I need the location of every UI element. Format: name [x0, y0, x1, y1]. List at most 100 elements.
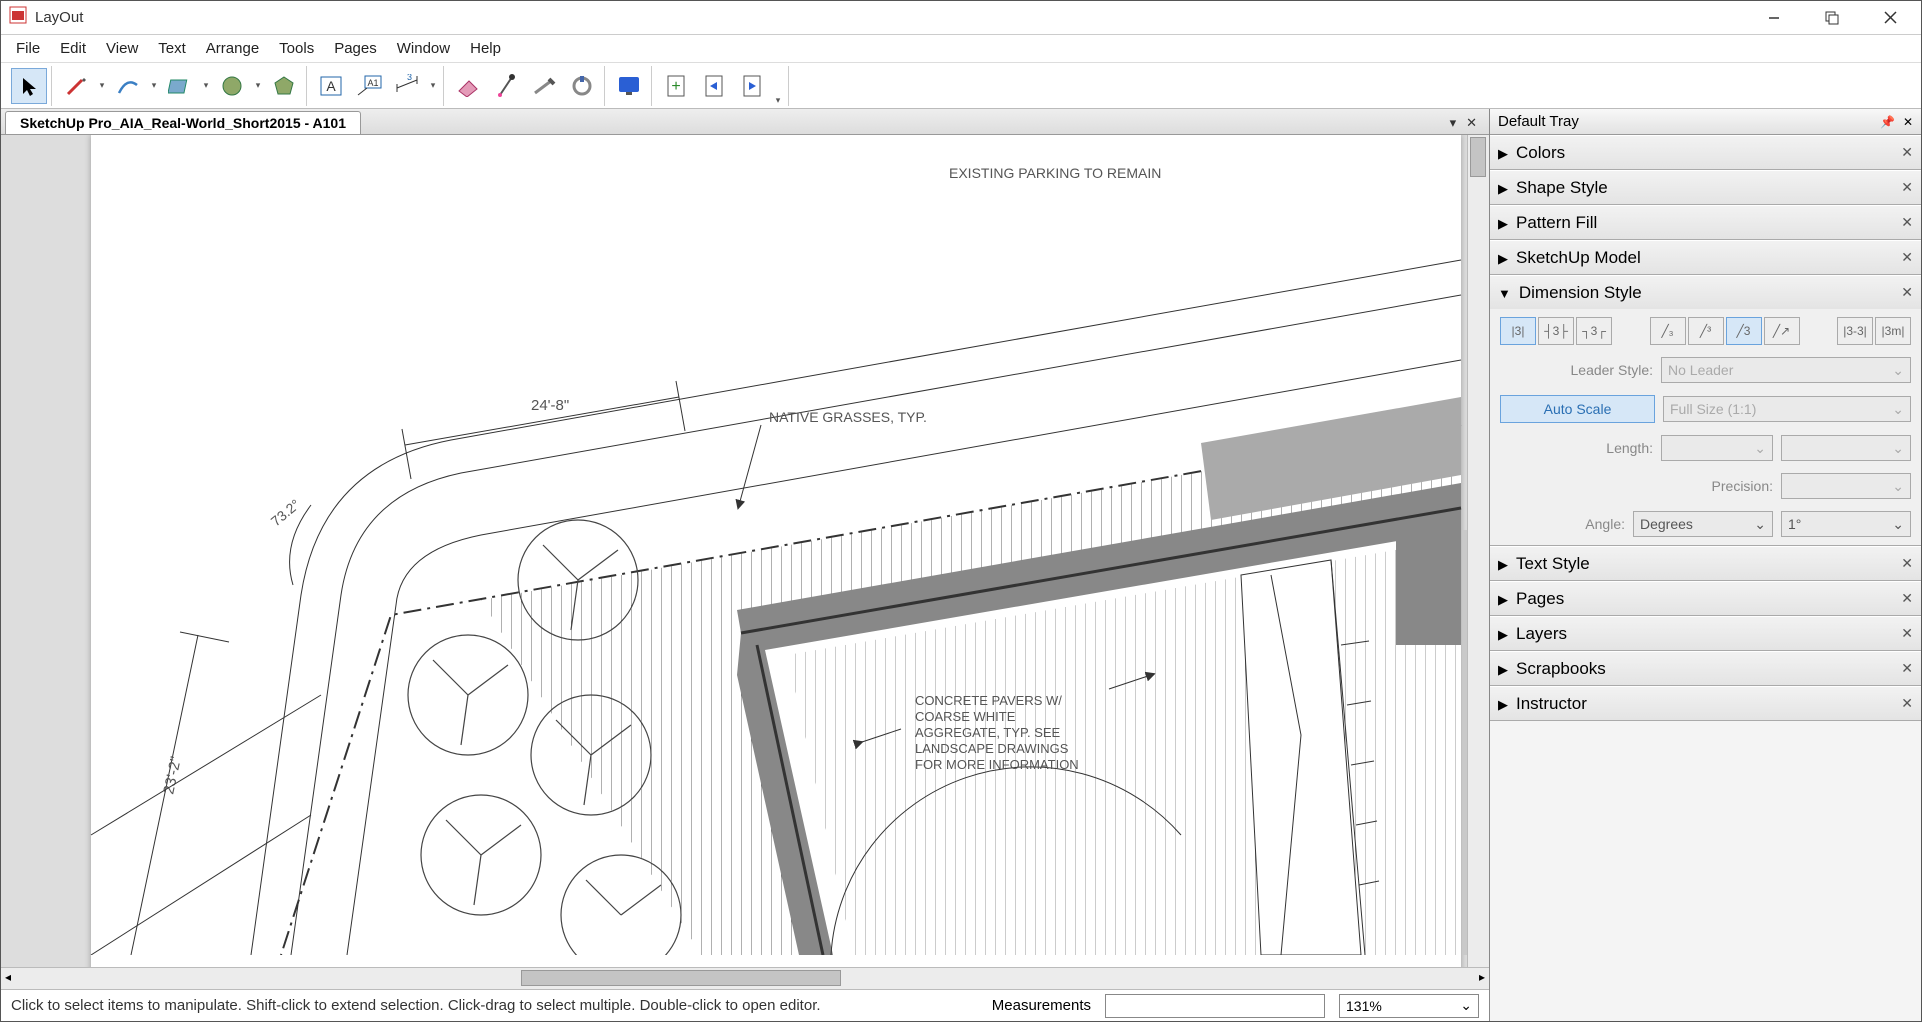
- menu-window[interactable]: Window: [388, 37, 459, 60]
- horizontal-scrollbar[interactable]: ◂ ▸: [1, 967, 1489, 989]
- app-title: LayOut: [35, 9, 83, 26]
- panel-close-icon[interactable]: ✕: [1901, 179, 1913, 196]
- tab-dropdown-icon[interactable]: ▾: [1450, 115, 1457, 131]
- close-button[interactable]: [1861, 2, 1919, 34]
- menubar: File Edit View Text Arrange Tools Pages …: [1, 35, 1921, 63]
- panel-close-icon[interactable]: ✕: [1901, 249, 1913, 266]
- dimension-panel-body: |3| ┤3├ ┐3┌ ╱₃ ╱³ ╱3 ╱↗ |3-3| |3m|: [1490, 309, 1921, 545]
- panel-close-icon[interactable]: ✕: [1901, 660, 1913, 677]
- next-page-button[interactable]: [734, 68, 770, 104]
- panel-layers[interactable]: ▶Layers✕: [1490, 616, 1921, 650]
- auto-scale-button[interactable]: Auto Scale: [1500, 395, 1655, 423]
- select-tool-button[interactable]: [11, 68, 47, 104]
- dimension-a-text: 24'-8": [531, 397, 569, 414]
- dim-align-3[interactable]: ╱3: [1726, 317, 1762, 345]
- circle-tool-dropdown[interactable]: ▾: [252, 80, 264, 91]
- vertical-scrollbar[interactable]: [1467, 135, 1489, 967]
- tab-close-icon[interactable]: ✕: [1466, 115, 1477, 131]
- default-tray: Default Tray 📌✕ ▶Colors✕ ▶Shape Style✕ ▶…: [1489, 109, 1921, 1021]
- text-tool-button[interactable]: A: [313, 68, 349, 104]
- svg-text:A: A: [326, 78, 336, 94]
- tray-pin-icon[interactable]: 📌: [1880, 115, 1895, 129]
- panel-close-icon[interactable]: ✕: [1901, 284, 1913, 301]
- dim-text-below[interactable]: ┐3┌: [1576, 317, 1612, 345]
- dim-unit-2[interactable]: |3m|: [1875, 317, 1911, 345]
- menu-edit[interactable]: Edit: [51, 37, 95, 60]
- dim-text-center[interactable]: ┤3├: [1538, 317, 1574, 345]
- menu-arrange[interactable]: Arrange: [197, 37, 268, 60]
- maximize-button[interactable]: [1803, 2, 1861, 34]
- arc-tool-dropdown[interactable]: ▾: [148, 80, 160, 91]
- panel-close-icon[interactable]: ✕: [1901, 590, 1913, 607]
- document-tab[interactable]: SketchUp Pro_AIA_Real-World_Short2015 - …: [5, 111, 361, 134]
- length-unit-dropdown[interactable]: ⌄: [1661, 435, 1773, 461]
- measurements-input[interactable]: [1105, 994, 1325, 1018]
- canvas-viewport[interactable]: 24'-8" 23'-2" 73.2°: [1, 135, 1489, 967]
- panel-sketchup-model[interactable]: ▶SketchUp Model✕: [1490, 240, 1921, 274]
- hscroll-right-icon[interactable]: ▸: [1479, 970, 1485, 984]
- style-tool-button[interactable]: [488, 68, 524, 104]
- split-tool-button[interactable]: [526, 68, 562, 104]
- poly-tool-button[interactable]: [266, 68, 302, 104]
- menu-help[interactable]: Help: [461, 37, 510, 60]
- toolbar-overflow-dropdown[interactable]: ▾: [772, 95, 784, 106]
- hscroll-left-icon[interactable]: ◂: [5, 970, 11, 984]
- join-tool-button[interactable]: [564, 68, 600, 104]
- panel-instructor[interactable]: ▶Instructor✕: [1490, 686, 1921, 720]
- note-pavers-1: CONCRETE PAVERS W/: [915, 693, 1062, 708]
- rectangle-tool-button[interactable]: [162, 68, 198, 104]
- panel-shape-style[interactable]: ▶Shape Style✕: [1490, 170, 1921, 204]
- panel-colors[interactable]: ▶Colors✕: [1490, 135, 1921, 169]
- arc-tool-button[interactable]: [110, 68, 146, 104]
- line-tool-button[interactable]: [58, 68, 94, 104]
- svg-text:A1: A1: [367, 78, 378, 88]
- dim-align-4[interactable]: ╱↗: [1764, 317, 1800, 345]
- eraser-tool-button[interactable]: [450, 68, 486, 104]
- panel-close-icon[interactable]: ✕: [1901, 625, 1913, 642]
- titlebar: LayOut: [1, 1, 1921, 35]
- prev-page-button[interactable]: [696, 68, 732, 104]
- panel-scrapbooks[interactable]: ▶Scrapbooks✕: [1490, 651, 1921, 685]
- scale-dropdown[interactable]: Full Size (1:1)⌄: [1663, 396, 1911, 422]
- minimize-button[interactable]: [1745, 2, 1803, 34]
- circle-tool-button[interactable]: [214, 68, 250, 104]
- menu-text[interactable]: Text: [149, 37, 195, 60]
- tray-titlebar: Default Tray 📌✕: [1490, 109, 1921, 135]
- dimension-tool-dropdown[interactable]: ▾: [427, 80, 439, 91]
- zoom-dropdown[interactable]: 131%⌄: [1339, 994, 1479, 1018]
- length-prec-dropdown[interactable]: ⌄: [1781, 435, 1911, 461]
- panel-pattern-fill[interactable]: ▶Pattern Fill✕: [1490, 205, 1921, 239]
- dim-align-2[interactable]: ╱³: [1688, 317, 1724, 345]
- panel-close-icon[interactable]: ✕: [1901, 555, 1913, 572]
- tray-close-icon[interactable]: ✕: [1903, 115, 1913, 129]
- hscroll-thumb[interactable]: [521, 970, 841, 986]
- panel-close-icon[interactable]: ✕: [1901, 214, 1913, 231]
- line-tool-dropdown[interactable]: ▾: [96, 80, 108, 91]
- dim-unit-1[interactable]: |3-3|: [1837, 317, 1873, 345]
- angle-unit-dropdown[interactable]: Degrees⌄: [1633, 511, 1773, 537]
- panel-close-icon[interactable]: ✕: [1901, 144, 1913, 161]
- menu-tools[interactable]: Tools: [270, 37, 323, 60]
- menu-pages[interactable]: Pages: [325, 37, 386, 60]
- add-page-button[interactable]: +: [658, 68, 694, 104]
- dim-align-1[interactable]: ╱₃: [1650, 317, 1686, 345]
- note-parking-1: EXISTING PARKING TO REMAIN: [949, 165, 1161, 181]
- rectangle-tool-dropdown[interactable]: ▾: [200, 80, 212, 91]
- precision-dropdown[interactable]: ⌄: [1781, 473, 1911, 499]
- panel-scrapbooks-label: Scrapbooks: [1516, 659, 1606, 678]
- panel-close-icon[interactable]: ✕: [1901, 695, 1913, 712]
- document-area: SketchUp Pro_AIA_Real-World_Short2015 - …: [1, 109, 1489, 1021]
- angle-prec-dropdown[interactable]: 1°⌄: [1781, 511, 1911, 537]
- menu-file[interactable]: File: [7, 37, 49, 60]
- label-tool-button[interactable]: A1: [351, 68, 387, 104]
- panel-pages[interactable]: ▶Pages✕: [1490, 581, 1921, 615]
- menu-view[interactable]: View: [97, 37, 147, 60]
- dimension-tool-button[interactable]: 3: [389, 68, 425, 104]
- presentation-button[interactable]: [611, 68, 647, 104]
- panel-layers-label: Layers: [1516, 624, 1567, 643]
- panel-text-style[interactable]: ▶Text Style✕: [1490, 546, 1921, 580]
- vscroll-thumb[interactable]: [1470, 137, 1486, 177]
- leader-style-dropdown[interactable]: No Leader⌄: [1661, 357, 1911, 383]
- dim-text-above[interactable]: |3|: [1500, 317, 1536, 345]
- panel-dimension-style[interactable]: ▼Dimension Style✕: [1490, 275, 1921, 309]
